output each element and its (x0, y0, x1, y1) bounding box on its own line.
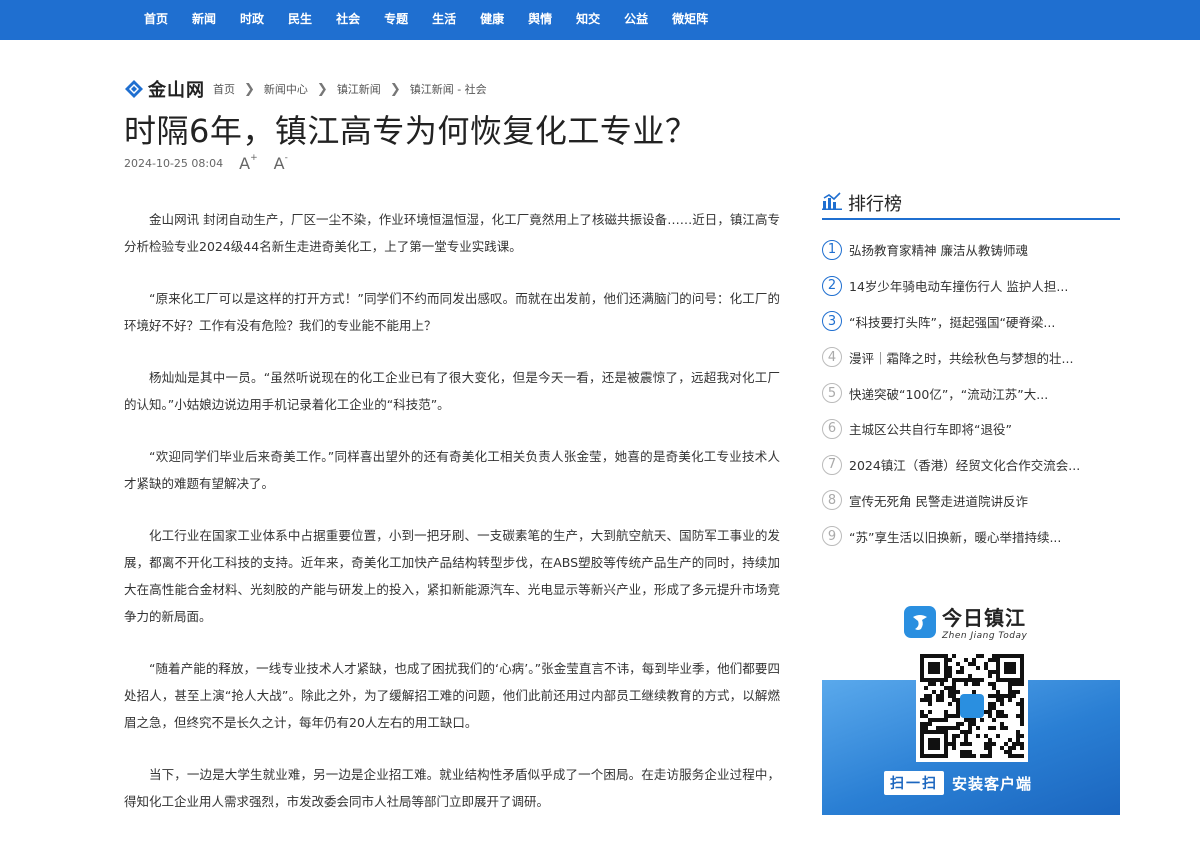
ranking-title: 排行榜 (848, 194, 902, 215)
logo-diamond-icon (124, 79, 144, 99)
nav-item-politics[interactable]: 时政 (228, 0, 276, 40)
article-paragraph: 金山网讯 封闭自动生产，厂区一尘不染，作业环境恒温恒湿，化工厂竟然用上了核磁共振… (124, 212, 780, 254)
breadcrumb-society[interactable]: 镇江新闻 - 社会 (410, 81, 487, 97)
article-body: 金山网讯 封闭自动生产，厂区一尘不染，作业环境恒温恒湿，化工厂竟然用上了核磁共振… (124, 206, 780, 840)
breadcrumb-home[interactable]: 首页 (213, 81, 235, 97)
ranking-item-title[interactable]: 主城区公共自行车即将“退役” (849, 419, 1012, 438)
font-decrease-sign: - (284, 152, 288, 163)
article-datetime: 2024-10-25 08:04 (124, 157, 224, 170)
nav-item-public-opinion[interactable]: 舆情 (516, 0, 564, 40)
rank-number-circle: 5 (822, 383, 842, 404)
nav-item-charity[interactable]: 公益 (612, 0, 660, 40)
ranking-item[interactable]: 1 弘扬教育家精神 廉洁从教铸师魂 (822, 232, 1120, 268)
rank-number-circle: 8 (822, 490, 842, 511)
scan-label: 扫一扫 (884, 771, 944, 795)
nav-item-life[interactable]: 生活 (420, 0, 468, 40)
font-decrease-button[interactable]: A- (273, 152, 288, 173)
install-cta[interactable]: 扫一扫 安装客户端 (884, 771, 1032, 795)
font-increase-sign: + (250, 152, 258, 163)
font-increase-label: A (239, 154, 251, 173)
article-title: 时隔6年，镇江高专为何恢复化工专业？ (124, 112, 698, 150)
top-nav: 首页 新闻 时政 民生 社会 专题 生活 健康 舆情 知交 公益 微矩阵 (0, 0, 1200, 40)
article-paragraph: “欢迎同学们毕业后来奇美工作。”同样喜出望外的还有奇美化工相关负责人张金莹，她喜… (124, 449, 780, 491)
nav-item-health[interactable]: 健康 (468, 0, 516, 40)
nav-item-news[interactable]: 新闻 (180, 0, 228, 40)
rank-number-circle: 4 (822, 347, 842, 368)
ranking-item[interactable]: 3 “科技要打头阵”，挺起强国“硬脊梁... (822, 304, 1120, 340)
nav-item-livelihood[interactable]: 民生 (276, 0, 324, 40)
ranking-item[interactable]: 6 主城区公共自行车即将“退役” (822, 411, 1120, 447)
nav-item-home[interactable]: 首页 (132, 0, 180, 40)
ranking-list: 1 弘扬教育家精神 廉洁从教铸师魂 2 14岁少年骑电动车撞伤行人 监护人担..… (822, 232, 1120, 554)
qr-code-icon (916, 650, 1028, 762)
ranking-panel: 排行榜 1 弘扬教育家精神 廉洁从教铸师魂 2 14岁少年骑电动车撞伤行人 监护… (822, 192, 1120, 554)
app-name: 今日镇江 Zhen Jiang Today (942, 602, 1027, 641)
ranking-item-title[interactable]: “苏”享生活以旧换新，暖心举措持续... (849, 527, 1061, 546)
site-logo[interactable]: 金山网 (124, 76, 205, 102)
ranking-item-title[interactable]: 弘扬教育家精神 廉洁从教铸师魂 (849, 240, 1028, 259)
rank-number-circle: 2 (822, 275, 842, 296)
rank-number-circle: 6 (822, 418, 842, 439)
app-name-en: Zhen Jiang Today (942, 631, 1028, 641)
breadcrumb-bar: 金山网 首页 ❯ 新闻中心 ❯ 镇江新闻 ❯ 镇江新闻 - 社会 (124, 76, 487, 102)
ranking-item[interactable]: 9 “苏”享生活以旧换新，暖心举措持续... (822, 518, 1120, 554)
ranking-item[interactable]: 5 快递突破“100亿”，“流动江苏”大... (822, 375, 1120, 411)
font-decrease-label: A (273, 154, 285, 173)
rank-number-circle: 3 (822, 311, 842, 332)
app-name-cn: 今日镇江 (942, 606, 1026, 630)
chevron-right-icon: ❯ (389, 81, 401, 97)
ranking-header: 排行榜 (822, 192, 1120, 220)
app-download-banner[interactable]: 今日镇江 Zhen Jiang Today 扫一扫 安装客户端 (822, 588, 1120, 815)
rank-number-circle: 1 (822, 239, 842, 260)
bar-chart-icon (822, 192, 842, 214)
article-meta: 2024-10-25 08:04 A+ A- (124, 152, 288, 173)
font-increase-button[interactable]: A+ (239, 152, 258, 173)
breadcrumb: 首页 ❯ 新闻中心 ❯ 镇江新闻 ❯ 镇江新闻 - 社会 (213, 81, 487, 97)
article-paragraph: 杨灿灿是其中一员。“虽然听说现在的化工企业已有了很大变化，但是今天一看，还是被震… (124, 370, 780, 412)
logo-text: 金山网 (148, 80, 205, 101)
ranking-item[interactable]: 4 漫评｜霜降之时，共绘秋色与梦想的壮... (822, 339, 1120, 375)
breadcrumb-news-center[interactable]: 新闻中心 (264, 81, 308, 97)
article-paragraph: 当下，一边是大学生就业难，另一边是企业招工难。就业结构性矛盾似乎成了一个困局。在… (124, 767, 780, 809)
rank-number-circle: 9 (822, 526, 842, 547)
ranking-item-title[interactable]: 快递突破“100亿”，“流动江苏”大... (849, 384, 1048, 403)
ranking-item-title[interactable]: 2024镇江（香港）经贸文化合作交流会... (849, 455, 1080, 474)
app-logo-icon (904, 605, 936, 638)
breadcrumb-zhenjiang-news[interactable]: 镇江新闻 (337, 81, 381, 97)
chevron-right-icon: ❯ (244, 81, 255, 97)
install-client-label: 安装客户端 (952, 774, 1033, 793)
ranking-item[interactable]: 7 2024镇江（香港）经贸文化合作交流会... (822, 447, 1120, 483)
ranking-item-title[interactable]: “科技要打头阵”，挺起强国“硬脊梁... (849, 312, 1055, 331)
ranking-item[interactable]: 2 14岁少年骑电动车撞伤行人 监护人担... (822, 268, 1120, 304)
article-paragraph: “原来化工厂可以是这样的打开方式！”同学们不约而同发出感叹。而就在出发前，他们还… (124, 291, 780, 333)
nav-item-matrix[interactable]: 微矩阵 (660, 0, 720, 40)
article-paragraph: “随着产能的释放，一线专业技术人才紧缺，也成了困扰我们的‘心病’。”张金莹直言不… (124, 661, 780, 730)
chevron-right-icon: ❯ (316, 81, 328, 97)
nav-item-zhijiao[interactable]: 知交 (564, 0, 612, 40)
ranking-item[interactable]: 8 宣传无死角 民警走进道院讲反诈 (822, 483, 1120, 519)
ranking-item-title[interactable]: 漫评｜霜降之时，共绘秋色与梦想的壮... (849, 348, 1073, 367)
rank-number-circle: 7 (822, 454, 842, 475)
ranking-item-title[interactable]: 宣传无死角 民警走进道院讲反诈 (849, 491, 1028, 510)
nav-item-society[interactable]: 社会 (324, 0, 372, 40)
nav-item-topics[interactable]: 专题 (372, 0, 420, 40)
article-paragraph: 化工行业在国家工业体系中占据重要位置，小到一把牙刷、一支碳素笔的生产，大到航空航… (124, 528, 780, 624)
top-nav-list: 首页 新闻 时政 民生 社会 专题 生活 健康 舆情 知交 公益 微矩阵 (132, 0, 720, 40)
app-logo: 今日镇江 Zhen Jiang Today (904, 602, 1027, 641)
ranking-item-title[interactable]: 14岁少年骑电动车撞伤行人 监护人担... (849, 276, 1068, 295)
